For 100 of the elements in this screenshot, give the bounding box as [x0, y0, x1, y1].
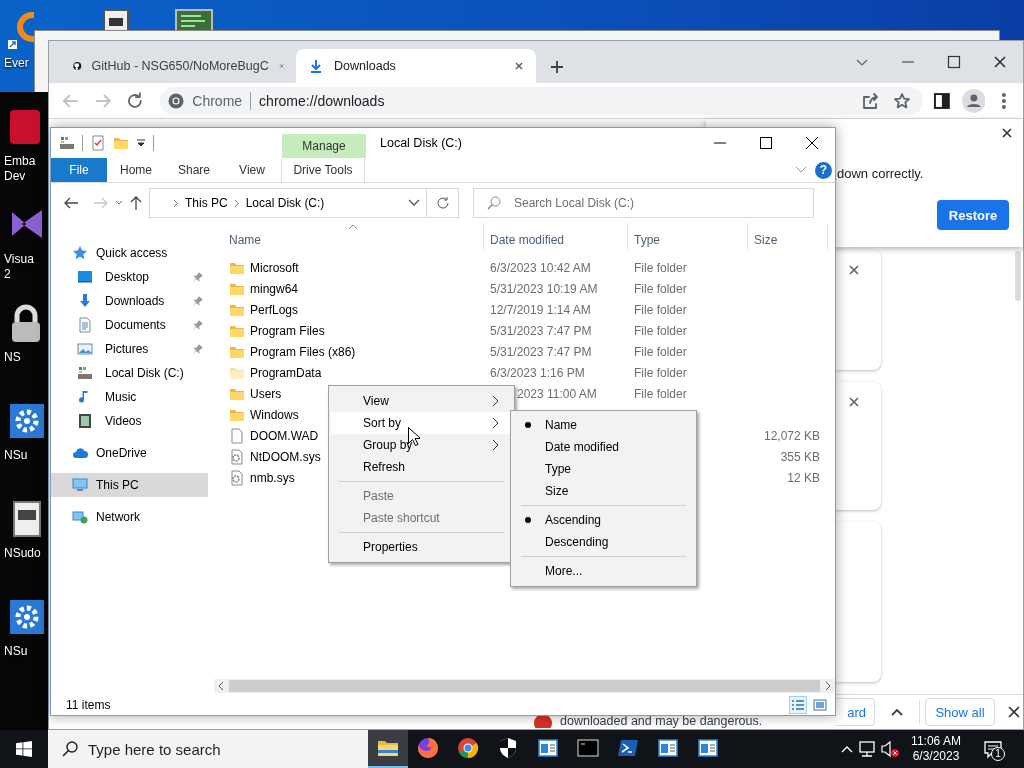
desktop-icon-label[interactable]: NSu [0, 448, 48, 463]
clock-button[interactable]: 11:06 AM 6/3/2023 [905, 734, 967, 764]
desktop-icon-label[interactable]: NS [0, 350, 48, 365]
menu-item[interactable]: Type [513, 458, 694, 480]
pin-icon[interactable] [193, 272, 203, 282]
file-name[interactable]: Program Files [250, 323, 325, 338]
browser-tab[interactable]: Downloads [296, 49, 536, 83]
checklist-icon[interactable] [90, 135, 106, 151]
file-name[interactable]: Microsoft [250, 260, 299, 275]
file-name[interactable]: PerfLogs [250, 302, 299, 317]
caret-icon[interactable] [136, 138, 146, 148]
file-name[interactable]: NtDOOM.sys [250, 449, 321, 464]
back-icon[interactable] [63, 195, 79, 211]
file-name[interactable]: mingw64 [250, 281, 299, 296]
breadcrumb-item[interactable]: Local Disk (C:) [245, 196, 325, 210]
close-icon[interactable] [848, 264, 860, 276]
close-icon[interactable] [805, 136, 819, 150]
nav-item[interactable]: Videos [51, 409, 208, 433]
star-icon[interactable] [892, 91, 911, 110]
menu-item[interactable]: Sort by [331, 412, 512, 434]
maximize-icon[interactable] [759, 136, 773, 150]
taskbar-search-field[interactable]: Type here to search [48, 730, 368, 768]
file-name[interactable]: nmb.sys [250, 470, 295, 485]
pin-icon[interactable] [193, 296, 203, 306]
ribbon-tab[interactable]: View [223, 158, 281, 182]
popup-message: down correctly. [837, 166, 925, 182]
discard-button[interactable]: ard [835, 698, 875, 726]
window-title: Local Disk (C:) [380, 136, 462, 150]
nav-item[interactable]: OneDrive [51, 441, 208, 465]
menu-item[interactable]: Refresh [331, 456, 512, 478]
file-name[interactable]: Users [250, 386, 282, 401]
nav-item[interactable]: Music [51, 385, 208, 409]
desktop-icon-label[interactable]: NSudo [0, 546, 48, 561]
chevron-icon [173, 198, 179, 208]
pin-icon[interactable] [193, 320, 203, 330]
file-name[interactable]: DOOM.WAD [250, 428, 319, 443]
menu-item[interactable]: Descending [513, 531, 694, 553]
ring-icon[interactable] [8, 10, 34, 50]
nav-item[interactable]: This PC [51, 473, 208, 497]
menu-item[interactable]: More... [513, 560, 694, 582]
column-header[interactable]: Date modified [484, 223, 628, 251]
volume-muted-icon[interactable] [879, 739, 901, 759]
nav-item[interactable]: Documents [51, 313, 208, 337]
desktop-icon-label[interactable]: Emba Dev [0, 154, 48, 184]
up-icon[interactable] [128, 195, 144, 211]
ribbon-tab[interactable]: Drive Tools [281, 158, 365, 182]
browser-tab[interactable]: GitHub - NSG650/NoMoreBugC [61, 49, 296, 83]
drive-icon[interactable] [59, 135, 75, 151]
nav-item[interactable]: Quick access [51, 241, 208, 265]
menu-item[interactable]: Name [513, 414, 694, 436]
close-icon[interactable] [848, 396, 860, 408]
file-type: File folder [634, 386, 687, 401]
show-all-button[interactable]: Show all [925, 698, 995, 726]
restore-button[interactable]: Restore [937, 200, 1009, 230]
nav-item[interactable]: Downloads [51, 289, 208, 313]
scrollbar-thumb[interactable] [229, 680, 820, 692]
nav-item[interactable]: Local Disk (C:) [51, 361, 208, 385]
search-field[interactable]: Search Local Disk (C:) [473, 188, 814, 218]
menu-item[interactable]: Properties [331, 536, 512, 558]
close-icon[interactable] [1007, 705, 1021, 719]
pin-icon[interactable] [193, 344, 203, 354]
address-bar[interactable]: This PC Local Disk (C:) [149, 188, 427, 218]
file-name[interactable]: ProgramData [250, 365, 322, 380]
breadcrumb-item[interactable]: This PC [185, 196, 228, 210]
nav-item[interactable]: Pictures [51, 337, 208, 361]
column-header[interactable]: Size [748, 223, 828, 251]
nav-item[interactable]: Network [51, 505, 208, 529]
desktop-icon-label[interactable]: Ever [0, 56, 48, 71]
menu-item[interactable]: Ascending [513, 509, 694, 531]
close-icon[interactable] [993, 55, 1007, 69]
maximize-icon[interactable] [947, 55, 961, 69]
close-icon[interactable] [1001, 127, 1013, 139]
close-icon[interactable] [514, 61, 524, 71]
ribbon-tab[interactable]: Home [107, 158, 165, 182]
desktop-icon-label[interactable]: NSu [0, 644, 48, 659]
ribbon-tab[interactable]: Share [165, 158, 223, 182]
caret-icon[interactable] [115, 200, 123, 206]
view-button[interactable] [789, 696, 807, 714]
help-button[interactable]: ? [815, 161, 832, 179]
ribbon-tab[interactable]: File [51, 158, 107, 182]
scrollbar-thumb[interactable] [1015, 251, 1021, 301]
profile-icon[interactable] [961, 88, 986, 113]
taskbar-button[interactable] [368, 730, 408, 768]
notification-button[interactable]: 1 [973, 730, 1013, 768]
monitor-app-icon[interactable] [172, 6, 216, 30]
column-header[interactable]: Type [628, 223, 748, 251]
column-header[interactable]: Name [213, 223, 484, 251]
nav-item[interactable]: Desktop [51, 265, 208, 289]
caret-icon[interactable] [408, 199, 420, 207]
file-name[interactable]: Program Files (x86) [250, 344, 356, 359]
menu-item[interactable]: Date modified [513, 436, 694, 458]
new-tab-icon[interactable] [550, 60, 564, 74]
refresh-icon[interactable] [435, 196, 450, 210]
file-name[interactable]: Windows [250, 407, 299, 422]
address-bar[interactable]: Chrome chrome://downloads [160, 86, 923, 115]
desktop-icon-label[interactable]: Visua 2 [0, 252, 48, 282]
menu-item[interactable]: Group by [331, 434, 512, 456]
share-icon[interactable] [860, 91, 879, 110]
menu-item[interactable]: Size [513, 480, 694, 502]
menu-item[interactable]: View [331, 390, 512, 412]
